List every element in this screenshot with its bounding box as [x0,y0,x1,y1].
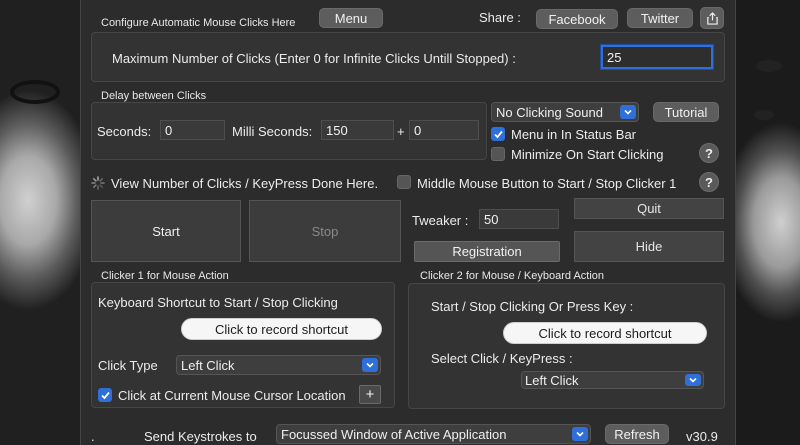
keystroke-target-select[interactable]: Focussed Window of Active Application [276,424,591,444]
share-icon [706,11,718,25]
clicker2-title: Clicker 2 for Mouse / Keyboard Action [420,270,605,282]
config-title: Configure Automatic Mouse Clicks Here [101,17,296,29]
chevron-down-icon [362,358,378,372]
sound-select[interactable]: No Clicking Sound [491,102,639,122]
footer-dot: . [91,429,95,444]
clicker2-select-value: Left Click [525,372,579,388]
chevron-down-icon [685,374,701,386]
chevron-down-icon [620,105,636,119]
clicker2-select[interactable]: Left Click [521,371,704,389]
start-button[interactable]: Start [91,200,241,262]
glasses-shape [10,80,60,104]
click-type-select[interactable]: Left Click [176,355,381,375]
version-label: v30.9 [686,429,718,444]
facebook-button[interactable]: Facebook [536,9,618,29]
milli-seconds-label: Milli Seconds: [232,124,313,139]
click-type-value: Left Click [181,357,235,373]
press-key-label: Start / Stop Clicking Or Press Key : [431,299,634,314]
middle-mouse-label: Middle Mouse Button to Start / Stop Clic… [417,176,677,191]
help-button[interactable]: ? [699,172,719,192]
max-clicks-input[interactable]: 25 [601,45,713,69]
refresh-button[interactable]: Refresh [605,424,669,444]
add-location-button[interactable]: + [359,385,381,404]
eye-shape [754,110,774,120]
share-button[interactable] [700,7,724,29]
chevron-down-icon [572,427,588,441]
spinner-icon [91,176,105,190]
hide-button[interactable]: Hide [574,231,724,262]
stop-button[interactable]: Stop [249,200,401,262]
tutorial-button[interactable]: Tutorial [653,102,719,122]
max-clicks-label: Maximum Number of Clicks (Enter 0 for In… [112,51,516,66]
sound-select-value: No Clicking Sound [496,104,603,120]
random-delay-input[interactable]: 0 [409,120,479,140]
tweaker-label: Tweaker : [412,213,469,228]
twitter-button[interactable]: Twitter [627,8,693,28]
minimize-checkbox[interactable] [491,147,505,161]
eye-shape [756,60,782,72]
tweaker-input[interactable]: 50 [479,209,559,229]
share-label: Share : [479,10,521,25]
checkmark-icon [494,130,503,139]
background-photo-left [0,0,80,445]
plus-label: + [397,124,405,139]
clicker1-shortcut-label: Keyboard Shortcut to Start / Stop Clicki… [98,295,338,310]
menu-status-bar-label: Menu in In Status Bar [511,127,637,142]
quit-button[interactable]: Quit [574,198,724,219]
minimize-label: Minimize On Start Clicking [511,147,664,162]
help-button[interactable]: ? [699,143,719,163]
cursor-location-checkbox[interactable] [98,388,112,402]
background-photo-right [736,0,800,445]
clicker2-record-shortcut-button[interactable]: Click to record shortcut [503,322,707,344]
clicker1-record-shortcut-button[interactable]: Click to record shortcut [181,318,382,340]
keystroke-target-value: Focussed Window of Active Application [281,426,507,442]
seconds-input[interactable]: 0 [160,120,225,140]
milli-seconds-input[interactable]: 150 [321,120,394,140]
auto-clicker-window: Configure Automatic Mouse Clicks Here Me… [80,0,736,445]
registration-button[interactable]: Registration [414,241,560,262]
middle-mouse-checkbox[interactable] [397,175,411,189]
delay-title: Delay between Clicks [101,90,207,102]
seconds-label: Seconds: [97,124,152,139]
clicker1-title: Clicker 1 for Mouse Action [101,270,229,282]
select-click-label: Select Click / KeyPress : [431,351,573,366]
cursor-location-label: Click at Current Mouse Cursor Location [118,388,346,403]
click-count-status: View Number of Clicks / KeyPress Done He… [111,176,379,191]
menu-status-bar-checkbox[interactable] [491,127,505,141]
click-type-label: Click Type [98,358,158,373]
menu-button[interactable]: Menu [319,8,383,28]
send-keystrokes-label: Send Keystrokes to [144,429,257,444]
checkmark-icon [101,391,110,400]
